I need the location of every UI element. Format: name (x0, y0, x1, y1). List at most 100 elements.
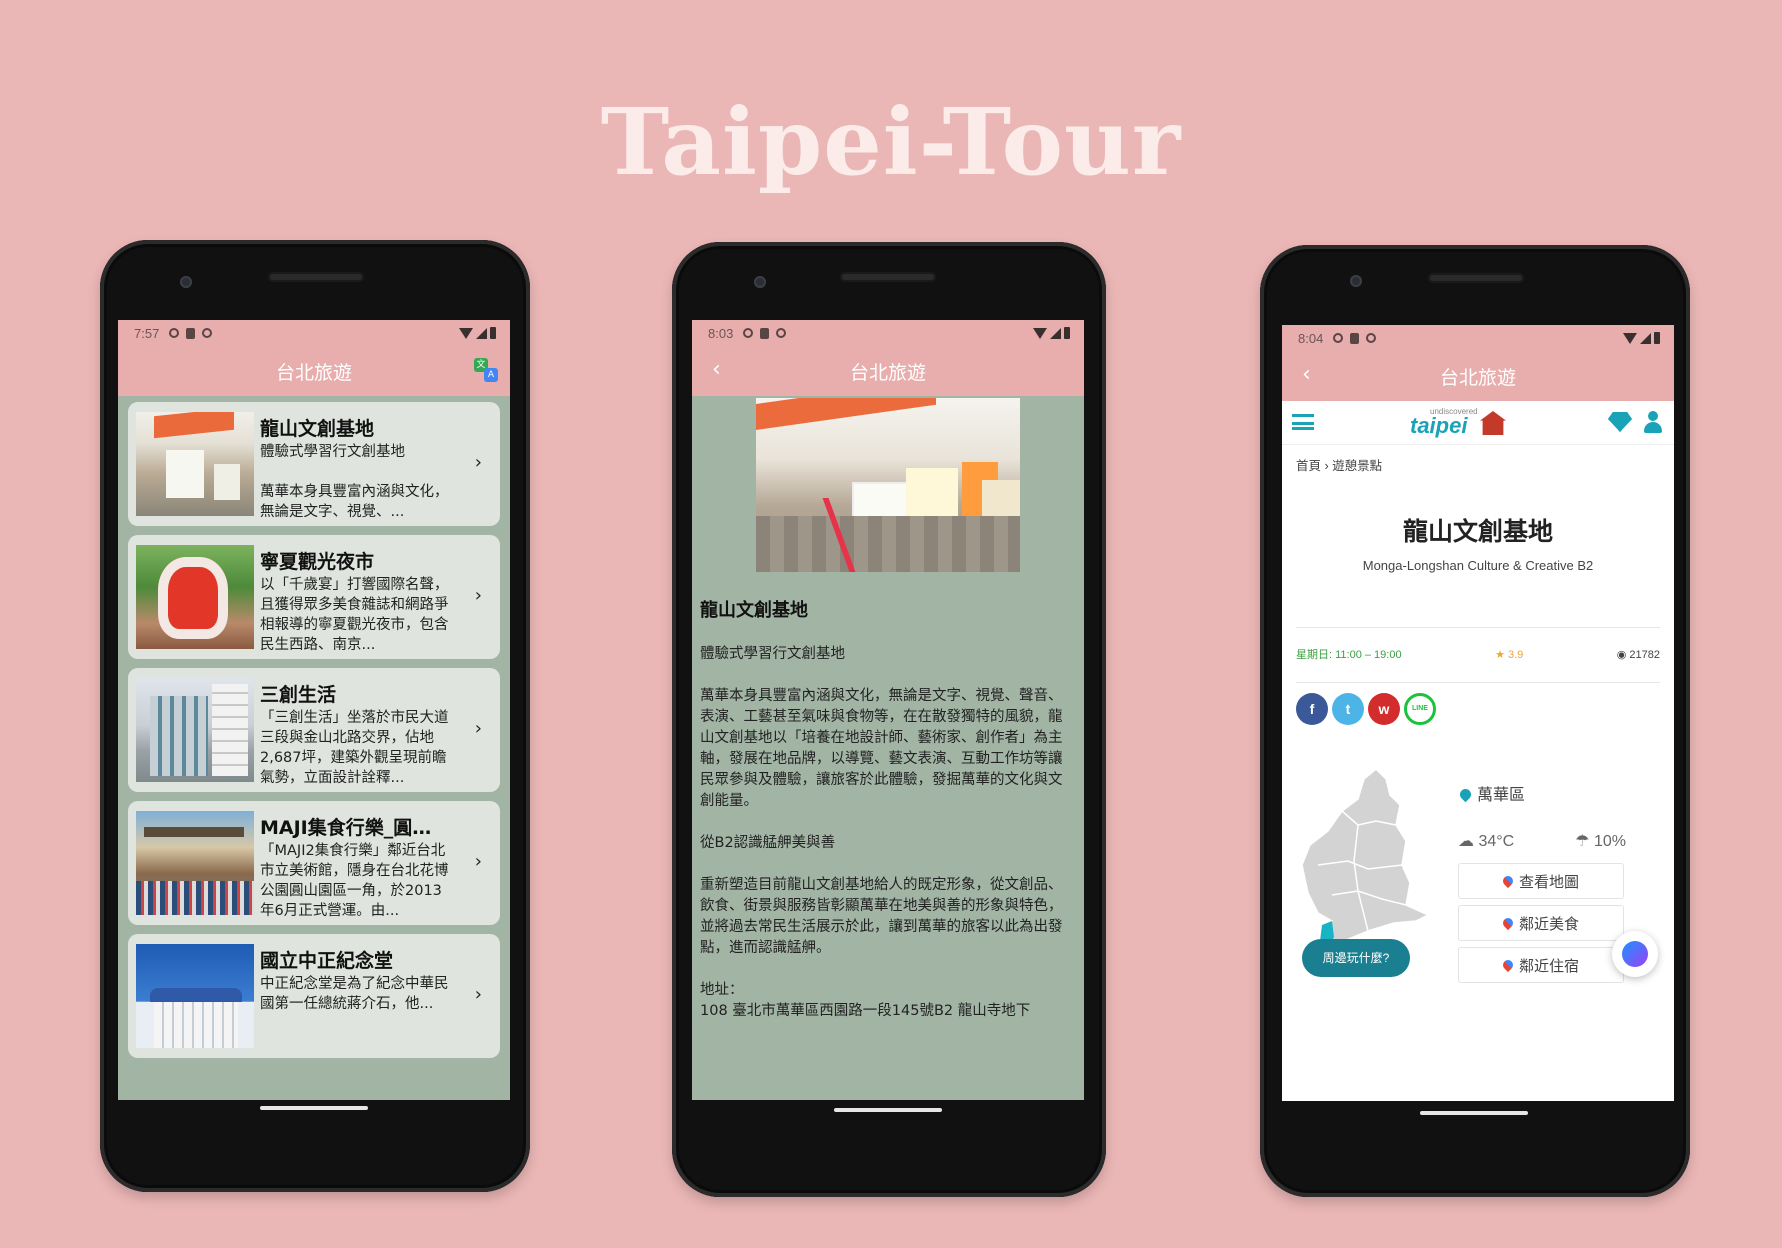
around-play-button[interactable]: 周邊玩什麼? (1302, 939, 1410, 977)
twitter-icon[interactable]: t (1332, 693, 1364, 725)
attraction-list: 龍山文創基地 體驗式學習行文創基地 萬華本身具豐富內涵與文化，無論是文字、視覺、… (118, 396, 510, 1100)
nearby-food-button[interactable]: 鄰近美食 (1458, 905, 1624, 941)
chevron-right-icon: › (474, 984, 482, 1005)
item-description: 「三創生活」坐落於市民大道三段與金山北路交界，佔地2,687坪，建築外觀呈現前瞻… (260, 710, 449, 786)
attraction-thumbnail (136, 678, 254, 782)
nearby-lodging-button[interactable]: 鄰近住宿 (1458, 947, 1624, 983)
logo-house-icon (1480, 411, 1506, 435)
page-title: Taipei-Tour (600, 88, 1182, 196)
line-icon[interactable]: LINE (1404, 693, 1436, 725)
web-nav-bar: undiscovered taipei (1282, 401, 1674, 445)
item-title: 龍山文創基地 (260, 418, 375, 440)
speaker (268, 272, 364, 282)
status-time: 8:03 (708, 325, 734, 341)
app-bar: ‹ 台北旅遊 (1282, 351, 1674, 401)
item-description: 以「千歲宴」打響國際名聲，且獲得眾多美食雜誌和網路爭相報導的寧夏觀光夜市，包含民… (260, 577, 449, 653)
home-indicator[interactable] (834, 1108, 942, 1112)
view-map-button[interactable]: 查看地圖 (1458, 863, 1624, 899)
detail-title: 龍山文創基地 (700, 600, 808, 621)
view-count: ◉ 21782 (1616, 648, 1660, 661)
back-icon[interactable]: ‹ (712, 357, 721, 382)
phone-web: 8:04 ‹ 台北旅遊 undiscovered taipei 首頁 › 遊憩景… (1260, 245, 1690, 1197)
place-meta: 星期日: 11:00 – 19:00 ★ 3.9 ◉ 21782 (1296, 646, 1660, 682)
map-pin-icon (1500, 915, 1516, 931)
speaker (1428, 273, 1524, 283)
rating: ★ 3.9 (1495, 648, 1524, 661)
wifi-icon (459, 327, 473, 339)
sync-icon (1366, 333, 1377, 343)
screen: 8:03 ‹ 台北旅遊 龍山文創基地 體驗式學習行文創基地 萬華本身具豐富內涵與… (692, 320, 1084, 1100)
home-indicator[interactable] (1420, 1111, 1528, 1115)
map-pin-icon (1500, 957, 1516, 973)
item-description: 體驗式學習行文創基地 萬華本身具豐富內涵與文化，無論是文字、視覺、... (260, 444, 449, 520)
district-map[interactable] (1298, 765, 1438, 953)
home-indicator[interactable] (260, 1106, 368, 1110)
item-title: 國立中正紀念堂 (260, 950, 394, 972)
front-camera (754, 276, 766, 288)
app-bar-title: 台北旅遊 (849, 361, 926, 384)
place-title: 龍山文創基地 (1402, 517, 1553, 546)
district-label: 萬華區 (1457, 781, 1525, 805)
temperature: ☁ 34°C (1458, 833, 1515, 850)
chevron-right-icon: › (474, 452, 482, 473)
divider (1296, 682, 1660, 683)
sdcard-icon (1350, 332, 1360, 344)
list-item[interactable]: MAJI集食行樂_圓山... 「MAJI2集食行樂」鄰近台北市立美術館，隱身在台… (128, 801, 500, 925)
site-logo[interactable]: undiscovered taipei (1410, 407, 1506, 438)
status-bar: 8:03 (692, 320, 1084, 346)
sdcard-icon (760, 327, 770, 339)
vpn-icon (743, 328, 754, 338)
wifi-icon (1033, 327, 1047, 339)
status-time: 7:57 (134, 325, 160, 341)
signal-icon (1640, 332, 1651, 344)
battery-icon (490, 327, 496, 339)
app-bar-title: 台北旅遊 (1439, 366, 1516, 389)
signal-icon (1050, 327, 1061, 339)
app-bar: ‹ 台北旅遊 (692, 346, 1084, 396)
phone-detail: 8:03 ‹ 台北旅遊 龍山文創基地 體驗式學習行文創基地 萬華本身具豐富內涵與… (672, 242, 1106, 1197)
attraction-thumbnail (136, 811, 254, 915)
user-icon[interactable] (1644, 411, 1662, 433)
detail-body: 體驗式學習行文創基地 萬華本身具豐富內涵與文化，無論是文字、視覺、聲音、表演、工… (700, 646, 1063, 1019)
chevron-right-icon: › (474, 851, 482, 872)
item-title: 寧夏觀光夜市 (260, 551, 375, 573)
facebook-icon[interactable]: f (1296, 693, 1328, 725)
app-bar: 台北旅遊 文A (118, 346, 510, 396)
sdcard-icon (186, 327, 196, 339)
wifi-icon (1623, 332, 1637, 344)
map-pin-icon (1500, 873, 1516, 889)
translate-icon[interactable]: 文A (474, 358, 498, 382)
social-share: f t w LINE (1296, 693, 1660, 725)
list-item[interactable]: 寧夏觀光夜市 以「千歲宴」打響國際名聲，且獲得眾多美食雜誌和網路爭相報導的寧夏觀… (128, 535, 500, 659)
messenger-icon[interactable] (1612, 931, 1658, 977)
front-camera (180, 276, 192, 288)
phone-list: 7:57 台北旅遊 文A 龍山文創基地 體驗式學習行文創基地 萬華本身具豐富內涵… (100, 240, 530, 1192)
battery-icon (1654, 332, 1660, 344)
app-bar-title: 台北旅遊 (275, 361, 352, 384)
hero-image (756, 398, 1020, 572)
attraction-thumbnail (136, 412, 254, 516)
rain-chance: ☂ 10% (1575, 833, 1626, 850)
list-item[interactable]: 國立中正紀念堂 中正紀念堂是為了紀念中華民國第一任總統蔣介石，他... › (128, 934, 500, 1058)
menu-icon[interactable] (1292, 414, 1314, 430)
status-time: 8:04 (1298, 330, 1324, 346)
list-item[interactable]: 龍山文創基地 體驗式學習行文創基地 萬華本身具豐富內涵與文化，無論是文字、視覺、… (128, 402, 500, 526)
status-bar: 7:57 (118, 320, 510, 346)
back-icon[interactable]: ‹ (1302, 362, 1311, 387)
item-title: MAJI集食行樂_圓山... (260, 817, 450, 839)
speaker (840, 272, 936, 282)
diamond-icon[interactable] (1608, 412, 1632, 432)
status-bar: 8:04 (1282, 325, 1674, 351)
weibo-icon[interactable]: w (1368, 693, 1400, 725)
chevron-right-icon: › (474, 718, 482, 739)
screen: 8:04 ‹ 台北旅遊 undiscovered taipei 首頁 › 遊憩景… (1282, 325, 1674, 1101)
weather-info: ☁ 34°C ☂ 10% (1458, 831, 1626, 851)
battery-icon (1064, 327, 1070, 339)
breadcrumb[interactable]: 首頁 › 遊憩景點 (1296, 455, 1674, 474)
item-description: 「MAJI2集食行樂」鄰近台北市立美術館，隱身在台北花博公園圓山園區一角，於20… (260, 843, 449, 919)
item-title: 三創生活 (260, 684, 337, 706)
list-item[interactable]: 三創生活 「三創生活」坐落於市民大道三段與金山北路交界，佔地2,687坪，建築外… (128, 668, 500, 792)
attraction-thumbnail (136, 545, 254, 649)
sync-icon (202, 328, 213, 338)
sync-icon (776, 328, 787, 338)
